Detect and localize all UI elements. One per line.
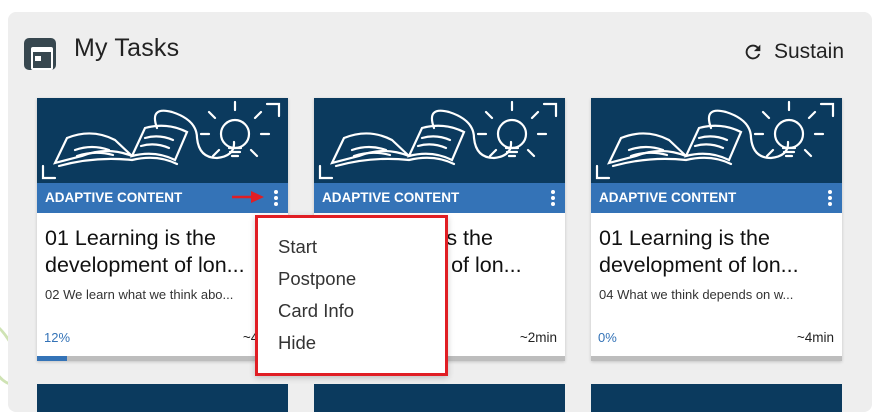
card-illustration [314,98,565,183]
card-illustration [591,98,842,183]
menu-item-card-info[interactable]: Card Info [278,300,354,322]
sustain-label: Sustain [773,40,844,63]
calendar-icon [24,38,56,70]
task-card-partial[interactable] [314,384,565,412]
panel-header: My Tasks Sustain [8,12,872,92]
sustain-button[interactable]: Sustain [742,40,844,64]
menu-item-postpone[interactable]: Postpone [278,268,356,290]
sync-icon [745,44,761,60]
progress-percent: 12% [44,330,71,345]
duration-label: ~2min [519,330,557,345]
page-title: My Tasks [74,34,180,62]
task-card-partial[interactable] [591,384,842,412]
more-options-icon[interactable] [827,190,833,206]
task-card[interactable]: ADAPTIVE CONTENT 01 Learning is the deve… [591,98,842,361]
arrow-annotation-icon [232,191,264,203]
card-subtitle: 02 We learn what we think abo... [45,287,234,302]
progress-fill [37,356,68,361]
task-card-partial[interactable] [37,384,288,412]
card-category: ADAPTIVE CONTENT [599,190,737,205]
duration-label: ~4min [796,330,834,345]
task-card[interactable]: ADAPTIVE CONTENT 01 Learning is the deve… [37,98,288,361]
progress-percent: 0% [598,330,617,345]
menu-item-hide[interactable]: Hide [278,332,316,354]
progress-bar [591,356,842,361]
card-title: 01 Learning is the development of lon... [45,226,245,277]
card-category-band: ADAPTIVE CONTENT [591,183,842,213]
card-title: 01 Learning is the development of lon... [599,226,799,277]
more-options-icon[interactable] [550,190,556,206]
menu-item-start[interactable]: Start [278,236,317,258]
card-category: ADAPTIVE CONTENT [322,190,460,205]
card-category: ADAPTIVE CONTENT [45,190,183,205]
card-category-band: ADAPTIVE CONTENT [314,183,565,213]
card-subtitle: 04 What we think depends on w... [599,287,794,302]
progress-bar [37,356,288,361]
card-illustration [37,98,288,183]
more-options-icon[interactable] [273,190,279,206]
card-context-menu: Start Postpone Card Info Hide [255,215,448,376]
